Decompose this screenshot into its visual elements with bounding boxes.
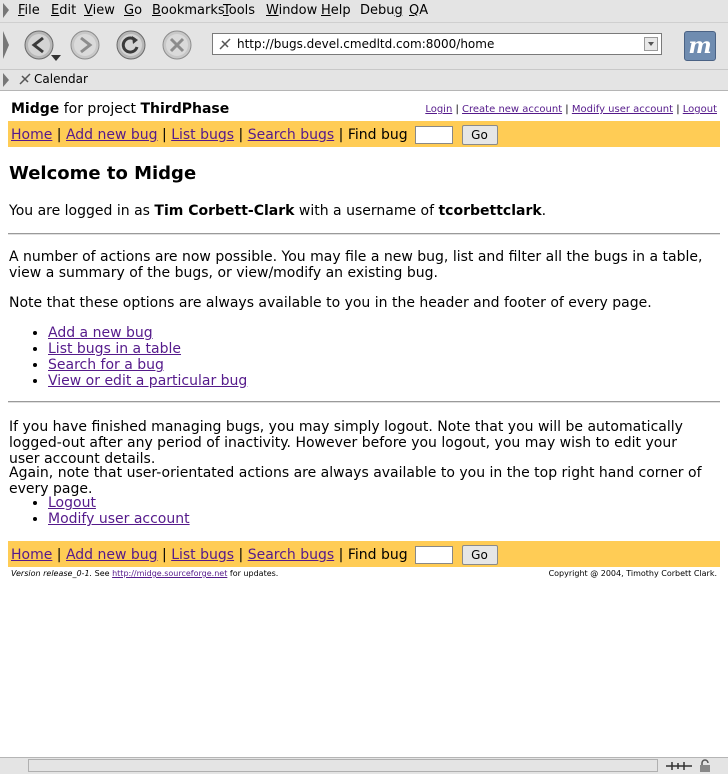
stop-button-icon[interactable]	[162, 30, 192, 60]
nav-add-bug-link[interactable]: Add new bug	[66, 127, 158, 143]
find-bug-go-button[interactable]: Go	[461, 125, 498, 145]
toolbar-grip-icon	[3, 3, 9, 18]
version-text: Version release_0-1. See http://midge.so…	[11, 569, 279, 578]
forward-button-icon[interactable]	[70, 30, 100, 60]
menu-bookmarks[interactable]: Bookmarks	[152, 3, 225, 18]
list-item: Add a new bug	[48, 325, 247, 341]
user-links-list: Logout Modify user account	[30, 495, 190, 527]
url-bar[interactable]: http://bugs.devel.cmedltd.com:8000/home	[212, 33, 662, 55]
app-name: Midge	[11, 101, 60, 117]
logout-intro-text: If you have finished managing bugs, you …	[9, 419, 683, 467]
search-bug-link[interactable]: Search for a bug	[48, 357, 164, 373]
reload-button-icon[interactable]	[116, 30, 146, 60]
menu-edit[interactable]: Edit	[51, 3, 76, 18]
footer-nav-bar: Home | Add new bug | List bugs | Search …	[8, 541, 720, 567]
for-project-text: for project	[63, 101, 137, 117]
menu-help[interactable]: Help	[321, 3, 351, 18]
footer-home-link[interactable]: Home	[11, 547, 52, 563]
login-link[interactable]: Login	[425, 104, 452, 115]
create-account-link[interactable]: Create new account	[462, 104, 562, 115]
footer-add-bug-link[interactable]: Add new bug	[66, 547, 158, 563]
logout-link[interactable]: Logout	[683, 104, 717, 115]
options-note-text: Note that these options are always avail…	[9, 295, 652, 311]
nav-search-bugs-link[interactable]: Search bugs	[248, 127, 335, 143]
footer-list-bugs-link[interactable]: List bugs	[171, 547, 234, 563]
user-username: tcorbettclark	[438, 203, 542, 219]
list-bugs-table-link[interactable]: List bugs in a table	[48, 341, 181, 357]
header-nav-bar: Home | Add new bug | List bugs | Search …	[8, 121, 720, 147]
logged-in-text: You are logged in as Tim Corbett-Clark w…	[9, 203, 547, 219]
nav-home-link[interactable]: Home	[11, 127, 52, 143]
bookmark-calendar[interactable]: Calendar	[34, 72, 88, 86]
menu-file[interactable]: File	[18, 3, 40, 18]
page-proxy-icon[interactable]	[218, 37, 232, 51]
security-lock-icon[interactable]	[698, 759, 712, 773]
footer-find-bug-input[interactable]	[415, 546, 454, 564]
project-name: ThirdPhase	[140, 101, 230, 117]
url-history-dropdown-icon[interactable]	[644, 37, 658, 51]
footer-find-bug-go-button[interactable]: Go	[461, 545, 498, 565]
add-new-bug-link[interactable]: Add a new bug	[48, 325, 153, 341]
status-bar	[0, 757, 728, 774]
view-edit-bug-link[interactable]: View or edit a particular bug	[48, 373, 247, 389]
menu-bar: File Edit View Go Bookmarks Tools Window…	[0, 0, 728, 23]
modify-account-list-link[interactable]: Modify user account	[48, 511, 190, 527]
list-item: Logout	[48, 495, 190, 511]
logout-list-link[interactable]: Logout	[48, 495, 96, 511]
modify-account-link[interactable]: Modify user account	[572, 104, 673, 115]
navigation-toolbar: http://bugs.devel.cmedltd.com:8000/home …	[0, 23, 728, 70]
nav-list-bugs-link[interactable]: List bugs	[171, 127, 234, 143]
account-links: Login | Create new account | Modify user…	[425, 104, 717, 115]
list-item: View or edit a particular bug	[48, 373, 247, 389]
back-history-dropdown-icon[interactable]	[50, 53, 62, 63]
actions-intro-text: A number of actions are now possible. Yo…	[9, 249, 703, 281]
bookmark-icon	[19, 73, 31, 85]
menu-tools[interactable]: Tools	[223, 3, 255, 18]
status-text-area	[28, 759, 658, 772]
find-bug-input[interactable]	[415, 126, 454, 144]
page-title: Welcome to Midge	[9, 163, 197, 184]
divider	[8, 401, 720, 403]
menu-go[interactable]: Go	[124, 3, 142, 18]
menu-qa[interactable]: QA	[409, 3, 428, 18]
throbber-logo-icon[interactable]: m	[684, 31, 716, 61]
online-status-icon[interactable]	[664, 760, 694, 772]
action-links-list: Add a new bug List bugs in a table Searc…	[30, 325, 247, 389]
personal-toolbar: Calendar	[0, 70, 728, 91]
menu-debug[interactable]: Debug	[360, 3, 403, 18]
footer-find-bug-label: Find bug	[347, 547, 408, 563]
footer-search-bugs-link[interactable]: Search bugs	[248, 547, 335, 563]
divider	[8, 233, 720, 235]
list-item: List bugs in a table	[48, 341, 247, 357]
copyright-text: Copyright @ 2004, Timothy Corbett Clark.	[548, 569, 717, 578]
menu-window[interactable]: Window	[266, 3, 317, 18]
list-item: Search for a bug	[48, 357, 247, 373]
sourceforge-link[interactable]: http://midge.sourceforge.net	[112, 569, 227, 578]
list-item: Modify user account	[48, 511, 190, 527]
menu-view[interactable]: View	[84, 3, 115, 18]
url-text[interactable]: http://bugs.devel.cmedltd.com:8000/home	[237, 37, 494, 51]
page-header-title: Midge for project ThirdPhase	[11, 101, 229, 117]
find-bug-label: Find bug	[347, 127, 408, 143]
user-note-text: Again, note that user-orientated actions…	[9, 465, 702, 497]
toolbar-grip-icon	[3, 31, 9, 59]
toolbar-grip-icon	[3, 73, 9, 87]
user-full-name: Tim Corbett-Clark	[154, 203, 295, 219]
